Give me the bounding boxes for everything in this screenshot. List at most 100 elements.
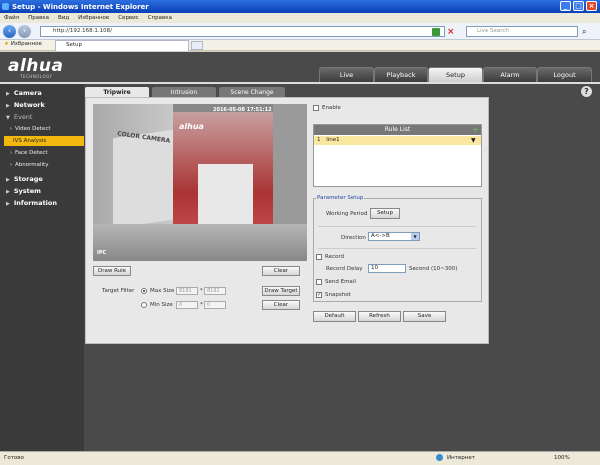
video-cam-label: IPC xyxy=(97,250,107,256)
sidebar-ivs-analysis[interactable]: IVS Analysis xyxy=(4,136,84,146)
video-logo-text: alhua xyxy=(179,122,204,131)
record-label: Record xyxy=(325,254,345,260)
max-width-input[interactable]: 8191 xyxy=(176,287,198,295)
triangle-right-icon: ▶ xyxy=(6,103,10,109)
menu-bar: Файл Правка Вид Избранное Сервис Справка xyxy=(0,13,600,23)
min-width-input[interactable]: 0 xyxy=(176,301,198,309)
stop-icon[interactable]: × xyxy=(447,27,455,37)
window-titlebar: Setup - Windows Internet Explorer _ □ × xyxy=(0,0,600,13)
sidebar-system-label: System xyxy=(13,187,41,195)
enable-checkbox[interactable] xyxy=(313,105,319,111)
chevron-right-icon: › xyxy=(10,126,12,132)
nav-live[interactable]: Live xyxy=(319,67,374,82)
max-x-label: * xyxy=(200,288,203,294)
nav-setup[interactable]: Setup xyxy=(428,67,483,82)
draw-rule-button[interactable]: Draw Rule xyxy=(93,266,131,276)
help-icon[interactable]: ? xyxy=(581,86,592,97)
favorites-label: Избранное xyxy=(10,41,42,47)
add-rule-icon[interactable]: + xyxy=(472,126,479,134)
save-button[interactable]: Save xyxy=(403,311,446,322)
trash-icon[interactable]: ▼ xyxy=(471,136,476,145)
nav-playback[interactable]: Playback xyxy=(374,67,428,82)
working-period-setup-button[interactable]: Setup xyxy=(370,208,400,219)
menu-help[interactable]: Справка xyxy=(148,15,172,21)
min-x-label: * xyxy=(200,302,203,308)
record-delay-label: Record Delay xyxy=(326,266,363,272)
sidebar-video-detect[interactable]: › Video Detect xyxy=(4,124,84,134)
zone-text: Интернет xyxy=(447,455,475,461)
video-preview[interactable]: COLOR CAMERA alhua 2016-05-08 17:51:12 I… xyxy=(93,104,307,261)
min-size-label: Min Size xyxy=(150,302,173,308)
sidebar-information[interactable]: ▶ Information xyxy=(0,197,84,209)
triangle-right-icon: ▶ xyxy=(6,201,10,207)
search-input[interactable]: Live Search xyxy=(466,26,578,37)
clear-target-button[interactable]: Clear xyxy=(262,300,300,310)
video-floor xyxy=(93,224,307,261)
clear-video-button[interactable]: Clear xyxy=(262,266,300,276)
min-size-radio[interactable] xyxy=(141,302,147,308)
record-checkbox[interactable] xyxy=(316,254,322,260)
direction-value: A<->B xyxy=(371,233,390,239)
chevron-down-icon: ▼ xyxy=(411,233,419,240)
maximize-button[interactable]: □ xyxy=(573,1,584,11)
window-title: Setup - Windows Internet Explorer xyxy=(12,3,149,11)
sidebar-camera-label: Camera xyxy=(13,89,42,97)
rule-number: 1 xyxy=(317,137,321,143)
nav-alarm[interactable]: Alarm xyxy=(483,67,537,82)
record-delay-input[interactable]: 10 xyxy=(368,264,406,273)
sidebar-ivs-analysis-label: IVS Analysis xyxy=(13,138,47,144)
rule-row[interactable]: 1 line1 ▼ xyxy=(314,136,481,145)
search-icon[interactable]: ⌕ xyxy=(582,27,586,37)
menu-view[interactable]: Вид xyxy=(58,15,69,21)
draw-target-button[interactable]: Draw Target xyxy=(262,286,300,296)
sidebar-information-label: Information xyxy=(13,199,57,207)
menu-tools[interactable]: Сервис xyxy=(118,15,139,21)
sidebar-face-detect[interactable]: › Face Detect xyxy=(4,148,84,158)
favorites-button[interactable]: ★ Избранное xyxy=(4,41,42,47)
back-icon[interactable]: ‹ xyxy=(3,25,16,38)
default-button[interactable]: Default xyxy=(313,311,356,322)
min-height-input[interactable]: 0 xyxy=(204,301,226,309)
sidebar-camera[interactable]: ▶ Camera xyxy=(0,87,84,99)
video-timestamp: 2016-05-08 17:51:12 xyxy=(213,107,272,113)
sidebar: ▶ Camera ▶ Network ▼ Event › Video Detect IV… xyxy=(0,84,84,451)
sidebar-face-detect-label: Face Detect xyxy=(15,150,48,156)
direction-select[interactable]: A<->B ▼ xyxy=(368,232,420,241)
new-tab-button[interactable] xyxy=(191,41,203,50)
close-button[interactable]: × xyxy=(586,1,597,11)
record-delay-unit: Second (10~300) xyxy=(409,266,458,272)
sidebar-storage[interactable]: ▶ Storage xyxy=(0,173,84,185)
chevron-right-icon: › xyxy=(10,162,12,168)
refresh-button[interactable]: Refresh xyxy=(358,311,401,322)
separator xyxy=(318,248,476,249)
max-height-input[interactable]: 8191 xyxy=(204,287,226,295)
forward-icon[interactable]: › xyxy=(18,25,31,38)
snapshot-label: Snapshot xyxy=(325,292,351,298)
favorites-bar: ★ Избранное Setup xyxy=(0,40,600,51)
enable-label: Enable xyxy=(322,105,341,111)
triangle-right-icon: ▶ xyxy=(6,91,10,97)
refresh-icon[interactable] xyxy=(432,28,440,36)
address-bar[interactable]: http://192.168.1.108/ xyxy=(40,26,445,37)
sidebar-video-detect-label: Video Detect xyxy=(15,126,51,132)
snapshot-checkbox[interactable]: ✓ xyxy=(316,292,322,298)
send-email-label: Send Email xyxy=(325,279,356,285)
triangle-down-icon: ▼ xyxy=(6,115,10,121)
sidebar-network[interactable]: ▶ Network xyxy=(0,99,84,111)
sidebar-event[interactable]: ▼ Event xyxy=(0,111,84,123)
menu-edit[interactable]: Правка xyxy=(28,15,49,21)
zoom-text[interactable]: 100% xyxy=(554,455,570,461)
menu-file[interactable]: Файл xyxy=(4,15,19,21)
star-icon: ★ xyxy=(4,41,11,47)
nav-logout[interactable]: Logout xyxy=(537,67,592,82)
globe-icon xyxy=(436,454,443,461)
menu-favorites[interactable]: Избранное xyxy=(78,15,109,21)
logo-subtitle: TECHNOLOGY xyxy=(20,74,53,79)
max-size-radio[interactable] xyxy=(141,288,147,294)
sidebar-abnormality[interactable]: › Abnormality xyxy=(4,160,84,170)
sidebar-storage-label: Storage xyxy=(13,175,43,183)
sidebar-system[interactable]: ▶ System xyxy=(0,185,84,197)
send-email-checkbox[interactable] xyxy=(316,279,322,285)
minimize-button[interactable]: _ xyxy=(560,1,571,11)
browser-tab[interactable]: Setup xyxy=(55,40,189,51)
